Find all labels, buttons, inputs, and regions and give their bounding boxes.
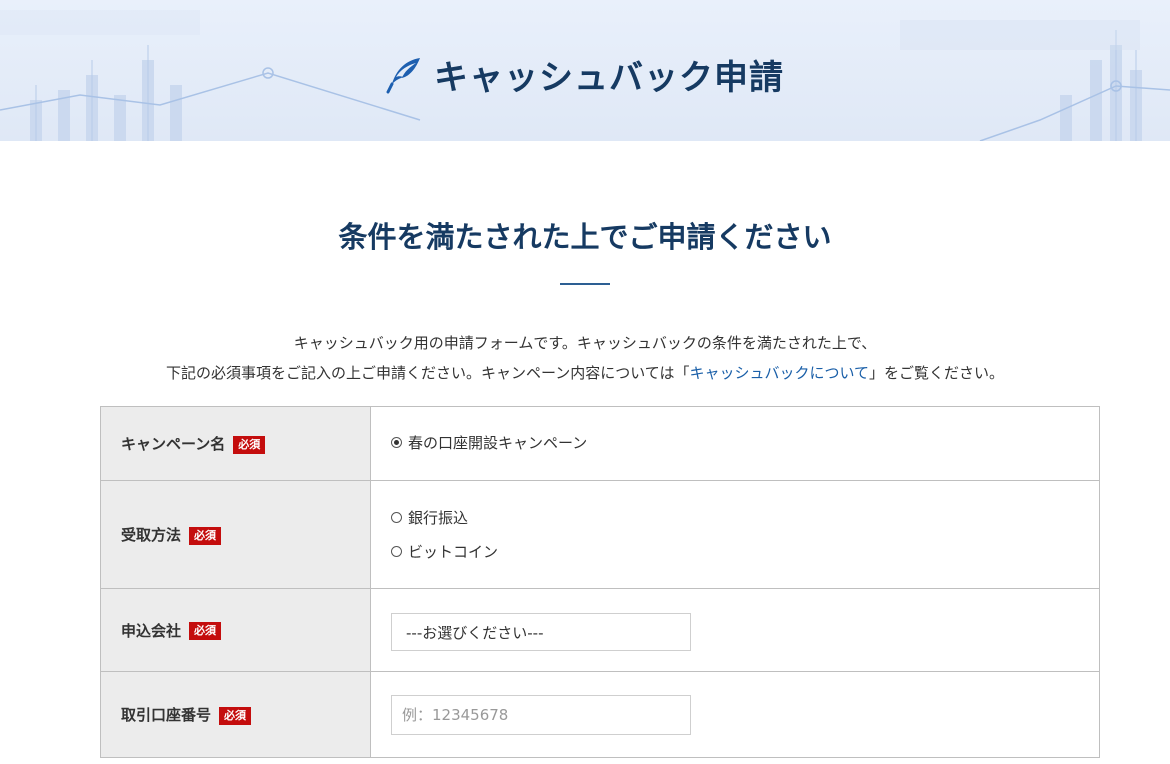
receive-method-label: 受取方法 (121, 526, 182, 544)
form-row-company: 申込会社 必須 ---お選びください--- (100, 588, 1100, 672)
account-number-field-cell (370, 671, 1100, 758)
radio-unchecked-icon[interactable] (391, 512, 402, 523)
company-field-cell: ---お選びください--- (370, 588, 1100, 672)
intro-line-2: 下記の必須事項をご記入の上ご申請ください。キャンペーン内容については「キャッシュ… (0, 358, 1170, 388)
receive-option-bitcoin[interactable]: ビットコイン (391, 535, 1079, 569)
required-badge: 必須 (219, 706, 252, 725)
account-number-label: 取引口座番号 (121, 706, 212, 724)
campaign-label: キャンペーン名 (121, 435, 226, 453)
company-select-value: ---お選びください--- (406, 623, 544, 642)
page-header: キャッシュバック申請 (0, 0, 1170, 141)
page-title: キャッシュバック申請 (434, 58, 784, 98)
company-label-cell: 申込会社 必須 (100, 588, 371, 672)
intro-line-1: キャッシュバック用の申請フォームです。キャッシュバックの条件を満たされた上で、 (293, 334, 877, 352)
header-title-group: キャッシュバック申請 (0, 50, 1170, 99)
campaign-field-cell: 春の口座開設キャンペーン (370, 406, 1100, 481)
campaign-option-label: 春の口座開設キャンペーン (408, 433, 588, 452)
radio-unchecked-icon[interactable] (391, 546, 402, 557)
intro-text: キャッシュバック用の申請フォームです。キャッシュバックの条件を満たされた上で、 … (0, 328, 1170, 388)
receive-option-bank-transfer[interactable]: 銀行振込 (391, 501, 1079, 535)
radio-checked-icon[interactable] (391, 436, 402, 448)
account-number-label-cell: 取引口座番号 必須 (100, 671, 371, 758)
required-badge: 必須 (189, 622, 222, 640)
form-row-campaign: キャンペーン名 必須 春の口座開設キャンペーン (100, 406, 1100, 481)
campaign-option-spring[interactable]: 春の口座開設キャンペーン (391, 430, 1079, 454)
form-row-account-number: 取引口座番号 必須 (100, 671, 1100, 758)
intro-line-2-prefix: 下記の必須事項をご記入の上ご申請ください。キャンペーン内容については「 (165, 364, 690, 382)
section-heading: 条件を満たされた上でご申請ください (338, 220, 832, 254)
intro-line-2-suffix: 」をご覧ください。 (869, 364, 1005, 382)
receive-method-field-cell: 銀行振込 ビットコイン (370, 480, 1100, 589)
required-badge: 必須 (233, 435, 266, 454)
company-select[interactable]: ---お選びください--- (391, 613, 691, 651)
form-row-receive-method: 受取方法 必須 銀行振込 ビットコイン (100, 480, 1100, 589)
company-label: 申込会社 (121, 621, 182, 640)
heading-divider (560, 283, 610, 285)
feather-pen-icon (386, 57, 420, 93)
account-number-input[interactable] (391, 694, 691, 735)
application-form: キャンペーン名 必須 春の口座開設キャンペーン 受取方法 必須 銀行振込 ビットコイ… (100, 406, 1100, 758)
required-badge: 必須 (189, 526, 222, 545)
receive-method-label-cell: 受取方法 必須 (100, 480, 371, 589)
cashback-info-link[interactable]: キャッシュバックについて (689, 364, 869, 382)
receive-option-label: ビットコイン (408, 543, 499, 561)
campaign-label-cell: キャンペーン名 必須 (100, 406, 371, 481)
receive-option-label: 銀行振込 (408, 509, 469, 527)
